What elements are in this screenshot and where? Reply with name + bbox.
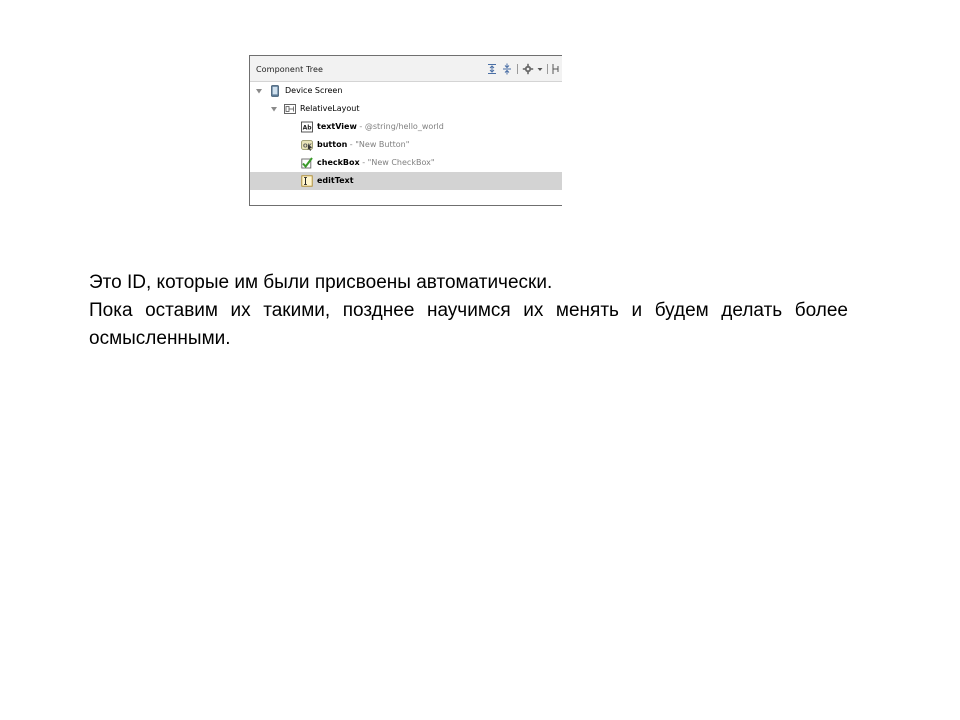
tree-node-label: textView - @string/hello_world xyxy=(317,118,444,136)
svg-text:Ab: Ab xyxy=(303,125,313,132)
checkbox-icon xyxy=(301,157,313,169)
tree-node-label: button - "New Button" xyxy=(317,136,409,154)
gear-icon[interactable] xyxy=(522,63,534,75)
button-icon: OK xyxy=(301,140,313,151)
component-tree-panel: Component Tree Device Screen RelativeLay… xyxy=(249,55,562,206)
tree-node-label: checkBox - "New CheckBox" xyxy=(317,154,435,172)
expanded-arrow-icon[interactable] xyxy=(255,87,263,95)
component-tree-title: Component Tree xyxy=(256,65,324,74)
component-id: textView xyxy=(317,122,357,131)
slide-body-text: Это ID, которые им были присвоены автома… xyxy=(89,269,848,353)
label-separator: - xyxy=(359,158,368,167)
component-text-value: @string/hello_world xyxy=(364,122,444,131)
toolbar-separator xyxy=(547,64,548,74)
textview-icon: Ab xyxy=(301,121,313,133)
expanded-arrow-icon[interactable] xyxy=(270,105,278,113)
label-separator: - xyxy=(356,122,365,131)
tree-node-device-screen[interactable]: Device Screen xyxy=(250,82,562,100)
tree-node-textview[interactable]: Ab textView - @string/hello_world xyxy=(250,118,562,136)
tree-node-label: Device Screen xyxy=(285,86,343,95)
tree-node-edittext[interactable]: editText xyxy=(250,172,562,190)
svg-text:OK: OK xyxy=(303,143,313,149)
component-text-value: "New Button" xyxy=(355,140,410,149)
component-tree-toolbar xyxy=(486,63,560,75)
slide-paragraph-1: Это ID, которые им были присвоены автома… xyxy=(89,272,553,293)
tree-node-label: editText xyxy=(317,172,354,190)
relative-layout-icon xyxy=(284,104,296,114)
dropdown-arrow-icon[interactable] xyxy=(537,63,543,75)
collapse-all-icon[interactable] xyxy=(501,63,513,75)
expand-all-icon[interactable] xyxy=(486,63,498,75)
component-id: button xyxy=(317,140,348,149)
edittext-icon xyxy=(301,175,313,187)
tree-node-button[interactable]: OK button - "New Button" xyxy=(250,136,562,154)
component-tree-list: Device Screen RelativeLayout Ab textView… xyxy=(250,82,562,190)
slide-paragraph-2: Пока оставим их такими, позднее научимся… xyxy=(89,300,848,349)
tree-node-relative-layout[interactable]: RelativeLayout xyxy=(250,100,562,118)
component-text-value: "New CheckBox" xyxy=(367,158,435,167)
pin-icon[interactable] xyxy=(552,63,560,75)
toolbar-separator xyxy=(517,64,518,74)
tree-node-checkbox[interactable]: checkBox - "New CheckBox" xyxy=(250,154,562,172)
tree-node-label: RelativeLayout xyxy=(300,104,360,113)
component-tree-header: Component Tree xyxy=(250,56,562,82)
component-id: editText xyxy=(317,176,354,185)
component-id: checkBox xyxy=(317,158,360,167)
device-icon xyxy=(271,85,279,97)
